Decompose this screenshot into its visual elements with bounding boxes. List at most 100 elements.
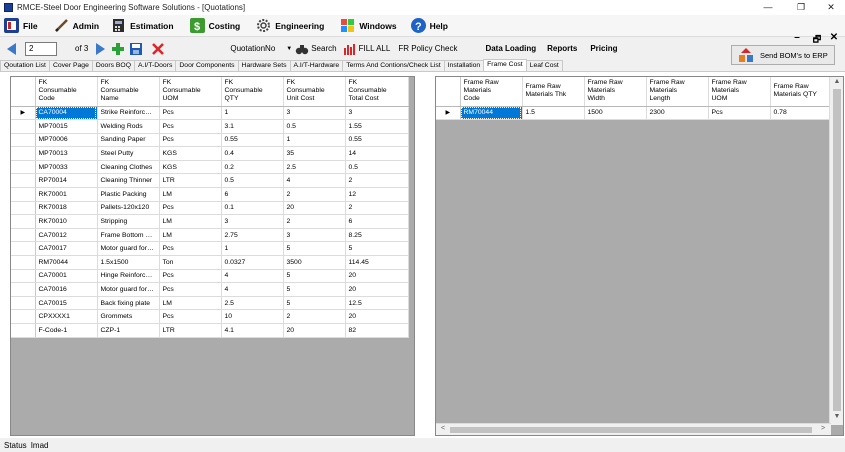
grid-cell[interactable]: CA70012	[35, 228, 98, 243]
horizontal-scrollbar[interactable]: < >	[436, 423, 831, 435]
grid-cell[interactable]: 20	[345, 309, 409, 324]
column-header-name[interactable]: FK Consumable Name	[97, 77, 160, 107]
grid-cell[interactable]: 35	[283, 146, 346, 161]
grid-cell[interactable]: Stripping	[97, 214, 160, 229]
scroll-left-icon[interactable]: <	[436, 425, 450, 432]
tab-installation[interactable]: Installation	[443, 60, 485, 71]
grid-cell[interactable]: 20	[345, 282, 409, 297]
grid-cell[interactable]: Pcs	[159, 269, 222, 284]
consumable-row[interactable]: CA70015 Back fixing plate LM 2.5 5 12.5	[11, 296, 409, 311]
grid-cell[interactable]: 1.55	[345, 119, 409, 134]
grid-cell[interactable]: Pcs	[159, 106, 222, 121]
grid-cell[interactable]: 1	[221, 106, 284, 121]
row-header[interactable]: ▶	[11, 106, 36, 121]
grid-cell[interactable]: 3500	[283, 255, 346, 270]
scroll-up-icon[interactable]: ▲	[830, 78, 843, 85]
grid-cell[interactable]: Plastic Packing	[97, 187, 160, 202]
grid-cell[interactable]: 0.0327	[221, 255, 284, 270]
grid-cell[interactable]: 2.5	[221, 296, 284, 311]
grid-cell[interactable]: 12	[345, 187, 409, 202]
grid-cell[interactable]: 82	[345, 323, 409, 338]
grid-cell[interactable]: 10	[221, 309, 284, 324]
grid-cell[interactable]: 1.5x1500	[97, 255, 160, 270]
row-header[interactable]	[11, 187, 36, 202]
grid-cell[interactable]: LTR	[159, 323, 222, 338]
grid-cell[interactable]: CA70017	[35, 241, 98, 257]
grid-cell[interactable]: Frame Bottom Spreader	[97, 228, 160, 243]
grid-cell[interactable]: Sanding Paper	[97, 133, 160, 148]
consumable-row[interactable]: RM70044 1.5x1500 Ton 0.0327 3500 114.45	[11, 255, 409, 270]
grid-cell[interactable]: Pcs	[708, 106, 771, 121]
consumable-row[interactable]: CA70001 Hinge Reinforcement Pcs 4 5 20	[11, 269, 409, 284]
scroll-thumb-horizontal[interactable]	[450, 427, 812, 433]
grid-cell[interactable]: 1	[221, 241, 284, 257]
grid-cell[interactable]: Pcs	[159, 119, 222, 134]
consumable-row[interactable]: CA70012Frame Bottom SpreaderLM2.7538.25	[11, 228, 409, 243]
column-header-rm-code[interactable]: Frame Raw Materials Code	[460, 77, 523, 107]
grid-cell[interactable]: RK70018	[35, 201, 98, 216]
page-number-input[interactable]: 2	[25, 41, 57, 56]
column-header-code[interactable]: FK Consumable Code	[35, 77, 98, 107]
grid-cell[interactable]: 0.5	[221, 173, 284, 189]
grid-cell[interactable]: 1500	[584, 106, 647, 121]
fr-policy-check-button[interactable]: FR Policy Check	[398, 44, 457, 53]
menu-windows[interactable]: Windows	[336, 16, 402, 36]
grid-cell[interactable]: Pcs	[159, 282, 222, 297]
column-header-rm-length[interactable]: Frame Raw Materials Length	[646, 77, 709, 107]
grid-cell[interactable]: 2	[283, 187, 346, 202]
grid-cell[interactable]: CA70004	[35, 106, 98, 121]
grid-cell[interactable]: 0.55	[221, 133, 284, 148]
tab-leaf-cost[interactable]: Leaf Cost	[525, 60, 563, 71]
grid-cell[interactable]: 20	[345, 269, 409, 284]
consumable-row[interactable]: RP70014 Cleaning Thinner LTR 0.5 4 2	[11, 173, 409, 189]
column-header-total-cost[interactable]: FK Consumable Total Cost	[345, 77, 409, 107]
next-record-icon[interactable]	[93, 42, 107, 56]
grid-cell[interactable]: 6	[345, 214, 409, 229]
grid-cell[interactable]: RK70001	[35, 187, 98, 202]
column-header-rm-uom[interactable]: Frame Raw Materials UOM	[708, 77, 771, 107]
row-header[interactable]	[11, 323, 36, 338]
row-header[interactable]	[11, 255, 36, 270]
row-header[interactable]	[11, 282, 36, 297]
column-header-qty[interactable]: FK Consumable QTY	[221, 77, 284, 107]
grid-cell[interactable]: 0.5	[283, 119, 346, 134]
raw-materials-grid[interactable]: Frame Raw Materials Code Frame Raw Mater…	[435, 76, 844, 436]
tab-ait-hardware[interactable]: A.I/T-Hardware	[289, 60, 344, 71]
previous-record-icon[interactable]	[5, 42, 19, 56]
scroll-thumb[interactable]	[833, 89, 841, 411]
grid-cell[interactable]: 5	[283, 269, 346, 284]
tab-quotation-list[interactable]: Qoutation List	[0, 60, 50, 71]
grid-cell[interactable]: 12.5	[345, 296, 409, 311]
reports-button[interactable]: Reports	[547, 44, 577, 53]
grid-cell[interactable]: Motor guard for strike	[97, 241, 160, 257]
grid-cell[interactable]: Pcs	[159, 241, 222, 257]
grid-cell[interactable]: Welding Rods	[97, 119, 160, 134]
grid-cell[interactable]: 0.78	[770, 106, 830, 121]
grid-cell[interactable]: 4.1	[221, 323, 284, 338]
grid-cell[interactable]: 0.1	[221, 201, 284, 216]
grid-cell[interactable]: 0.55	[345, 133, 409, 148]
row-header[interactable]: ▶	[436, 106, 461, 121]
grid-cell[interactable]: 2	[283, 309, 346, 324]
grid-cell[interactable]: Back fixing plate	[97, 296, 160, 311]
row-header[interactable]	[11, 296, 36, 311]
consumable-row[interactable]: RK70010 Stripping LM 3 2 6	[11, 214, 409, 229]
raw-material-row[interactable]: ▶ RM70044 1.5 1500 2300 Pcs 0.78	[436, 106, 830, 121]
grid-cell[interactable]: 20	[283, 201, 346, 216]
grid-cell[interactable]: 114.45	[345, 255, 409, 270]
grid-cell[interactable]: 5	[345, 241, 409, 257]
grid-cell[interactable]: Motor guard for hinge	[97, 282, 160, 297]
row-header[interactable]	[11, 119, 36, 134]
consumable-row[interactable]: CPXXXX1 Grommets Pcs 10 2 20	[11, 309, 409, 324]
row-header[interactable]	[11, 173, 36, 189]
grid-cell[interactable]: Grommets	[97, 309, 160, 324]
tab-door-components[interactable]: Door Components	[175, 60, 239, 71]
row-header[interactable]	[11, 241, 36, 257]
grid-cell[interactable]: 6	[221, 187, 284, 202]
consumable-row[interactable]: MP70015 Welding Rods Pcs 3.1 0.5 1.55	[11, 119, 409, 134]
pricing-button[interactable]: Pricing	[590, 44, 617, 53]
column-header-unit-cost[interactable]: FK Consumable Unit Cost	[283, 77, 346, 107]
chevron-down-icon[interactable]: ▼	[286, 46, 292, 52]
grid-cell[interactable]: CA70016	[35, 282, 98, 297]
column-header-rm-width[interactable]: Frame Raw Materials Width	[584, 77, 647, 107]
